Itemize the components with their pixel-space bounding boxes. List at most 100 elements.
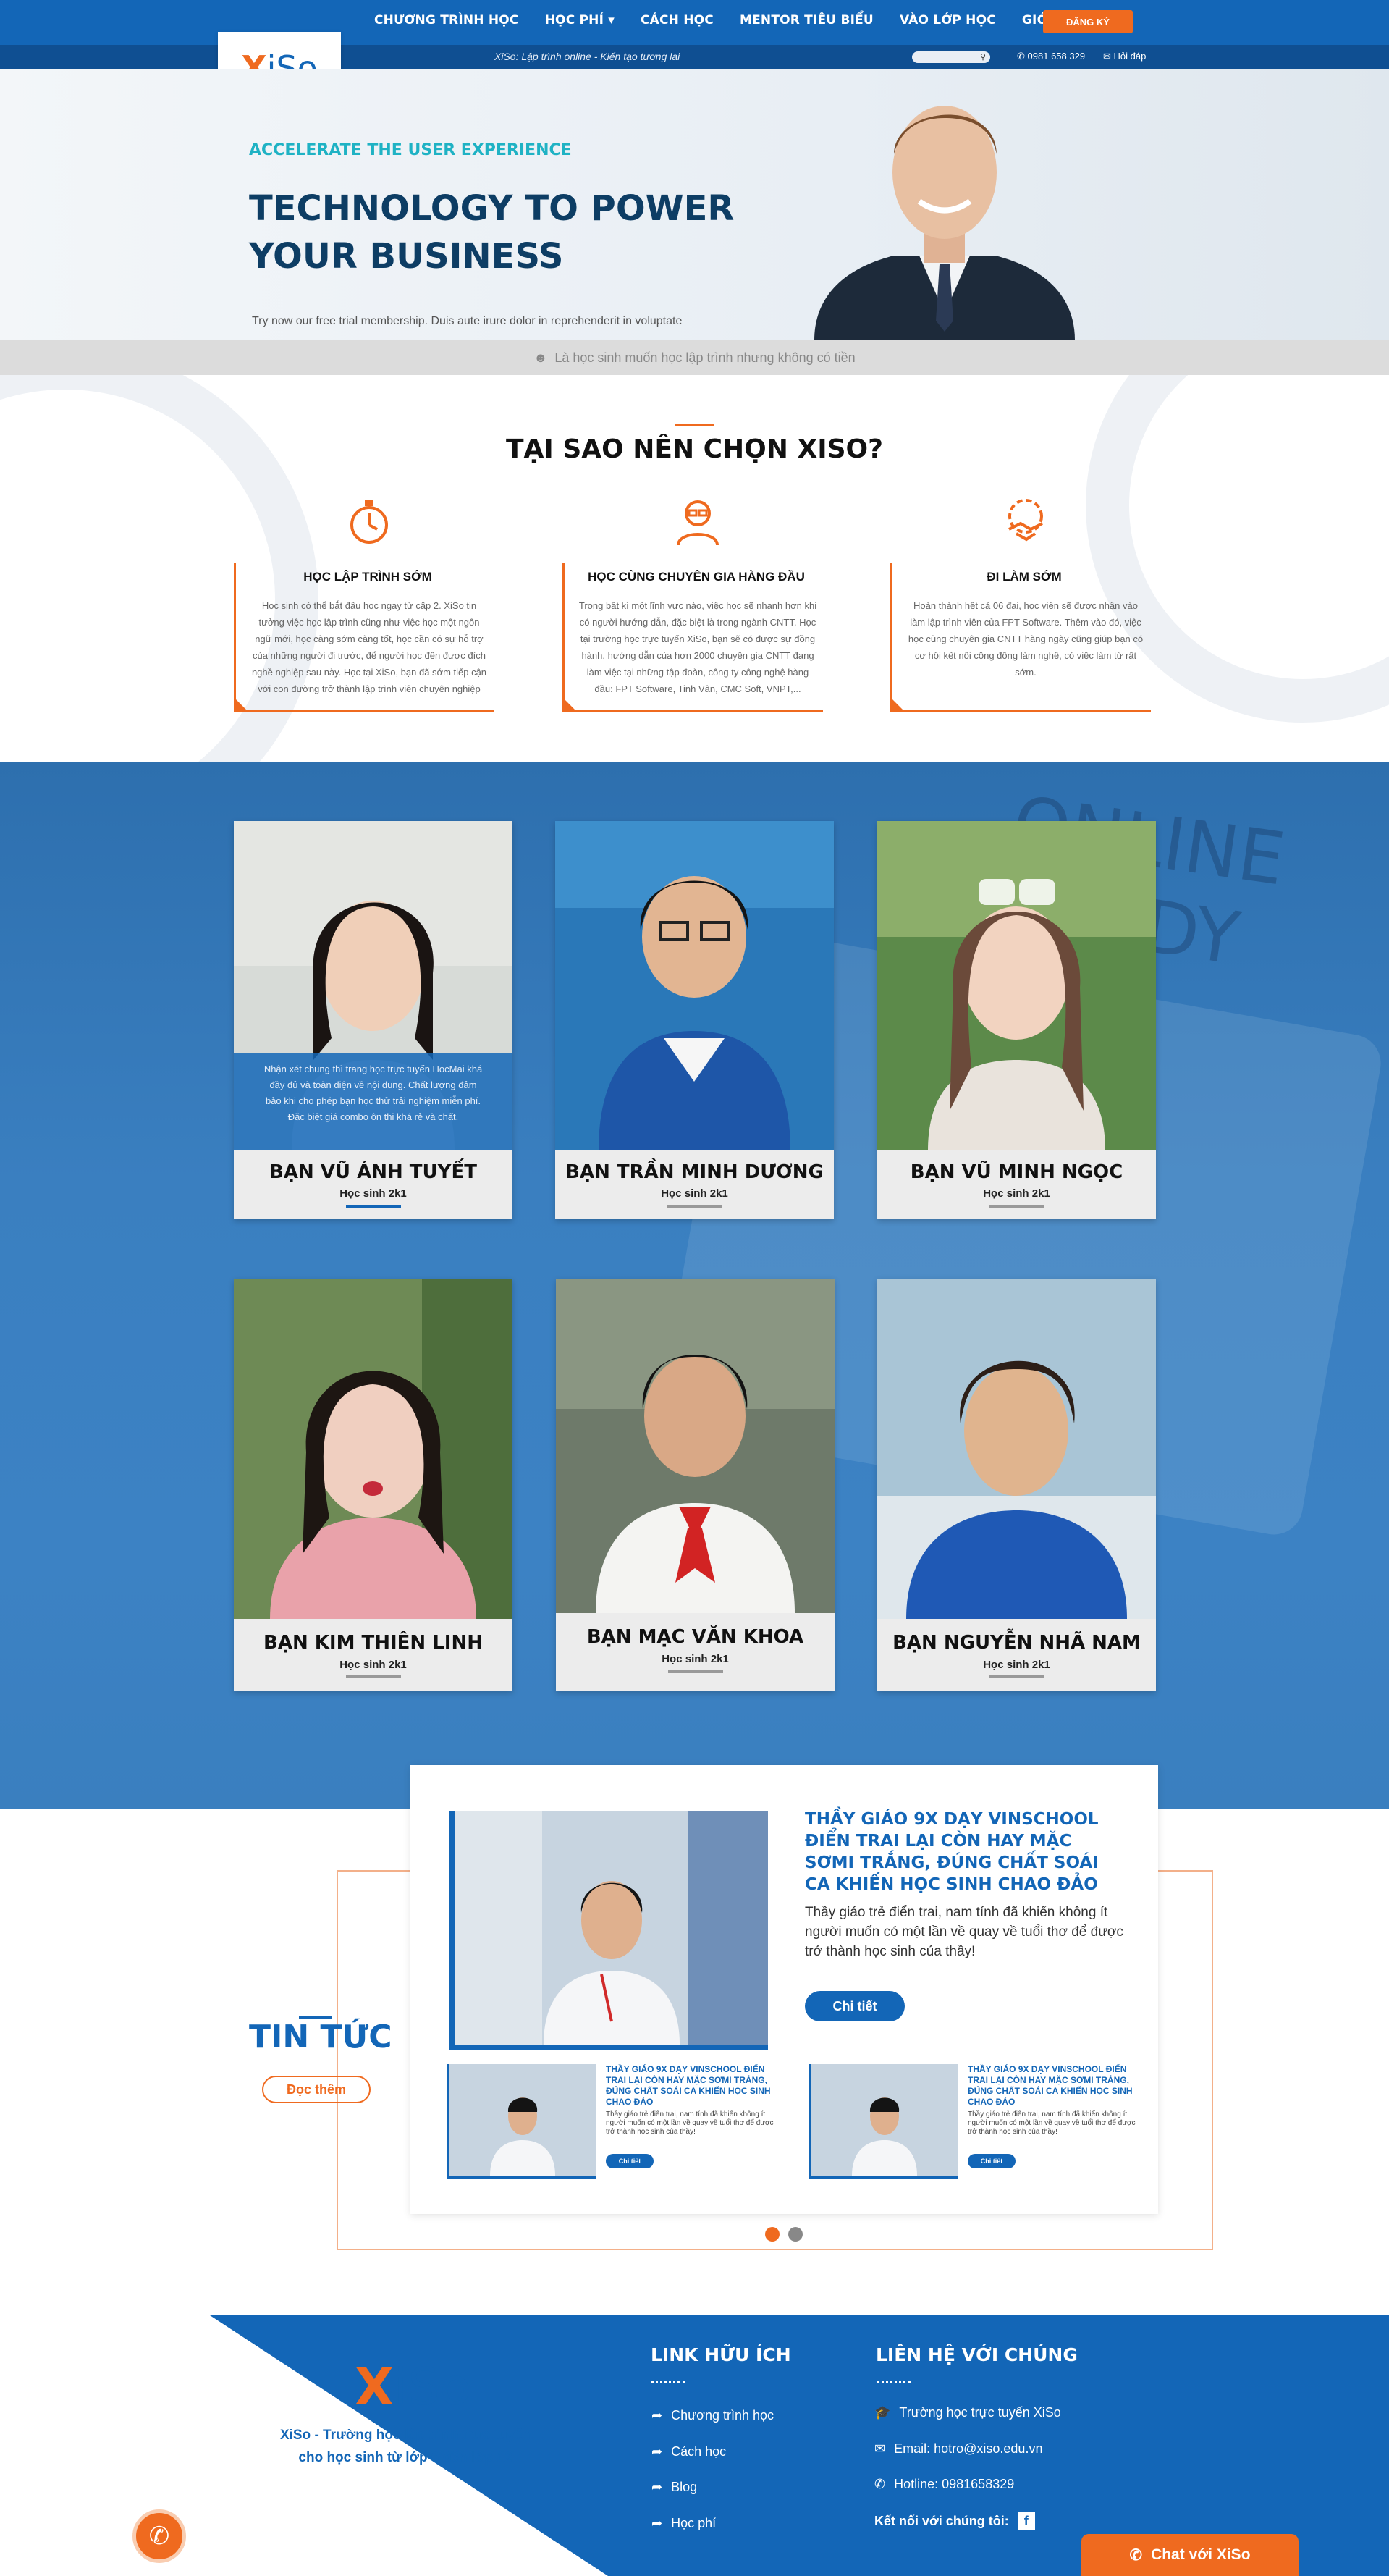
carousel-dot-2[interactable] — [788, 2227, 803, 2242]
nav-item-join-class[interactable]: VÀO LỚP HỌC — [900, 13, 996, 28]
call-button[interactable]: ✆ — [132, 2509, 186, 2563]
footer-link-blog[interactable]: ➦ Blog — [651, 2480, 697, 2495]
nav-item-how-to-learn[interactable]: CÁCH HỌC — [641, 13, 714, 28]
register-button[interactable]: ĐĂNG KÝ — [1043, 10, 1133, 33]
feature-bottom-bar — [562, 710, 823, 712]
links-divider — [651, 2381, 685, 2383]
corner-triangle — [890, 697, 905, 712]
student-grade: Học sinh 2k1 — [339, 1187, 407, 1200]
feature-left-bar — [562, 563, 565, 712]
phone-icon: ✆ — [874, 2477, 886, 2491]
why-section: TẠI SAO NÊN CHỌN XISO? HỌC LẬP TRÌNH SỚM… — [0, 375, 1389, 762]
facebook-icon[interactable]: f — [1017, 2512, 1035, 2530]
featured-news-headline[interactable]: THẦY GIÁO 9X DẠY VINSCHOOL ĐIỂN TRAI LẠI… — [805, 1809, 1123, 1895]
footer-link-programs[interactable]: ➦ Chương trình học — [651, 2408, 774, 2423]
news-item-detail-button[interactable]: Chi tiết — [968, 2154, 1016, 2168]
feature-heading: HỌC LẬP TRÌNH SỚM — [303, 570, 432, 584]
student-name: BẠN KIM THIÊN LINH — [263, 1632, 483, 1654]
hero-banner: ACCELERATE THE USER EXPERIENCE TECHNOLOG… — [0, 69, 1389, 340]
student-card[interactable]: BẠN TRẦN MINH DƯƠNG Học sinh 2k1 — [555, 821, 834, 1219]
phone-icon: ✆ — [148, 2522, 170, 2550]
why-title: TẠI SAO NÊN CHỌN XISO? — [505, 434, 884, 464]
news-item-image — [447, 2064, 596, 2179]
card-underline — [667, 1205, 722, 1208]
student-name: BẠN VŨ MINH NGỌC — [910, 1161, 1123, 1183]
arrow-icon: ➦ — [651, 2480, 663, 2494]
feature-text: Học sinh có thể bắt đầu học ngay từ cấp … — [251, 600, 487, 694]
feature-left-bar — [890, 563, 892, 712]
user-icon: ☻ — [533, 350, 548, 365]
student-card[interactable]: BẠN MẠC VĂN KHOA Học sinh 2k1 — [556, 1279, 835, 1691]
graduation-cap-icon: 🎓 — [874, 2405, 891, 2420]
featured-news-lead: Thầy giáo trẻ điển trai, nam tính đã khi… — [805, 1905, 1123, 1959]
student-photo — [877, 1279, 1156, 1619]
search-icon[interactable]: ⚲ — [980, 52, 986, 62]
notice-bar[interactable]: ☻ Là học sinh muốn học lập trình nhưng k… — [0, 340, 1389, 375]
footer-link-how-to-learn[interactable]: ➦ Cách học — [651, 2444, 726, 2459]
corner-triangle — [562, 697, 577, 712]
student-grade: Học sinh 2k1 — [339, 1659, 407, 1671]
news-item[interactable]: THẦY GIÁO 9X DẠY VINSCHOOL ĐIỂN TRAI LẠI… — [809, 2064, 1149, 2180]
card-underline — [346, 1205, 401, 1208]
corner-triangle — [234, 697, 248, 712]
student-photo — [234, 1279, 512, 1619]
footer-link-fees[interactable]: ➦ Học phí — [651, 2516, 716, 2531]
nav-item-mentors[interactable]: MENTOR TIÊU BIỂU — [740, 13, 874, 28]
featured-news-image[interactable] — [449, 1811, 768, 2050]
student-card[interactable]: BẠN KIM THIÊN LINH Học sinh 2k1 — [234, 1279, 512, 1691]
chat-widget-button[interactable]: ✆ Chat với XiSo — [1081, 2534, 1299, 2576]
contact-school: 🎓 Trường học trực tuyến XiSo — [874, 2405, 1061, 2420]
help-link[interactable]: ✉ Hỏi đáp — [1103, 51, 1146, 62]
contact-email[interactable]: ✉ Email: hotro@xiso.edu.vn — [874, 2441, 1042, 2457]
contact-hotline[interactable]: ✆ Hotline: 0981658329 — [874, 2477, 1014, 2492]
student-name: BẠN TRẦN MINH DƯƠNG — [565, 1161, 824, 1183]
hero-person-image — [814, 106, 1075, 340]
expert-icon — [677, 500, 719, 546]
student-name: BẠN NGUYỄN NHÃ NAM — [892, 1632, 1141, 1654]
news-item-headline: THẦY GIÁO 9X DẠY VINSCHOOL ĐIỂN TRAI LẠI… — [606, 2064, 771, 2107]
nav-item-programs[interactable]: CHƯƠNG TRÌNH HỌC — [374, 13, 519, 28]
featured-news-detail-button[interactable]: Chi tiết — [805, 1991, 905, 2021]
carousel-dot-1[interactable] — [765, 2227, 780, 2242]
footer-logo[interactable]: XiSo — [355, 2357, 471, 2417]
hero-subtitle: Try now our free trial membership. Duis … — [252, 315, 683, 327]
footer-description: XiSo - Trường học lập trình trực tuyến c… — [279, 2428, 531, 2465]
news-item-detail-button[interactable]: Chi tiết — [606, 2154, 654, 2168]
chat-icon: ✆ — [1129, 2546, 1143, 2564]
stopwatch-icon — [350, 500, 388, 544]
student-grade: Học sinh 2k1 — [983, 1187, 1050, 1200]
student-name: BẠN VŨ ÁNH TUYẾT — [269, 1161, 477, 1183]
student-name: BẠN MẠC VĂN KHOA — [586, 1626, 804, 1648]
links-heading: LINK HỮU ÍCH — [651, 2344, 791, 2365]
student-review: Nhận xét chung thì trang học trực tuyến … — [234, 1053, 512, 1150]
arrow-icon: ➦ — [651, 2516, 663, 2530]
news-item[interactable]: THẦY GIÁO 9X DẠY VINSCHOOL ĐIỂN TRAI LẠI… — [447, 2064, 787, 2180]
phone-link[interactable]: ✆ 0981 658 329 — [1017, 51, 1085, 62]
search-input[interactable]: ⚲ — [912, 51, 990, 63]
read-more-button[interactable]: Đọc thêm — [262, 2076, 371, 2103]
handshake-gear-icon — [1008, 499, 1043, 542]
feature-text: Hoàn thành hết cả 06 đai, học viên sẽ đư… — [908, 600, 1144, 678]
student-card[interactable]: Nhận xét chung thì trang học trực tuyến … — [234, 821, 512, 1219]
student-card[interactable]: BẠN NGUYỄN NHÃ NAM Học sinh 2k1 — [877, 1279, 1156, 1691]
feature-card: ĐI LÀM SỚM Hoàn thành hết cả 06 đai, học… — [890, 494, 1158, 726]
hero-eyebrow: ACCELERATE THE USER EXPERIENCE — [249, 141, 572, 159]
student-photo — [555, 821, 834, 1150]
student-grade: Học sinh 2k1 — [661, 1187, 728, 1200]
nav-item-fees[interactable]: HỌC PHÍ ▾ — [545, 13, 615, 28]
news-title: TIN TỨC — [249, 2019, 392, 2055]
feature-text: Trong bất kì một lĩnh vực nào, việc học … — [578, 600, 817, 694]
top-nav: CHƯƠNG TRÌNH HỌC HỌC PHÍ ▾ CÁCH HỌC MENT… — [0, 0, 1389, 45]
news-item-lead: Thầy giáo trẻ điển trai, nam tính đã khi… — [606, 2110, 774, 2136]
tagline: XiSo: Lập trình online - Kiến tạo tương … — [494, 51, 680, 62]
feature-left-bar — [234, 563, 236, 712]
feature-bottom-bar — [890, 710, 1151, 712]
arrow-icon: ➦ — [651, 2408, 663, 2423]
contact-heading: LIÊN HỆ VỚI CHÚNG — [876, 2344, 1078, 2365]
student-card[interactable]: BẠN VŨ MINH NGỌC Học sinh 2k1 — [877, 821, 1156, 1219]
help-label: Hỏi đáp — [1113, 51, 1147, 62]
feature-bottom-bar — [234, 710, 494, 712]
student-grade: Học sinh 2k1 — [983, 1659, 1050, 1671]
main-menu: CHƯƠNG TRÌNH HỌC HỌC PHÍ ▾ CÁCH HỌC MENT… — [374, 13, 1110, 28]
students-section: ONLINE STUDY Nhận xét chung thì trang họ… — [0, 762, 1389, 1809]
